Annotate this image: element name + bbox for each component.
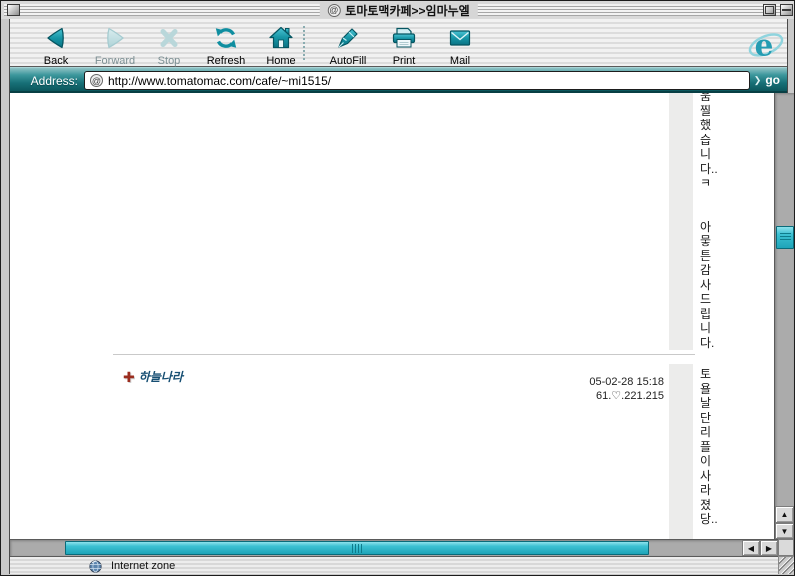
home-icon [268,25,294,56]
status-zone-text: Internet zone [111,560,175,572]
address-field-wrap: @ [84,71,750,90]
comment-text-top: 움 찔 했 습 니 다.. ㅋ 아 뭏 튼 감 사 드 립 니 다. [700,93,724,350]
forward-icon [102,25,128,56]
table-cell-strip-top [669,93,693,350]
up-arrow-icon: ▲ [781,510,789,519]
home-label: Home [266,56,295,67]
refresh-icon [213,25,239,56]
address-bar: Address: @ ❯ go [10,67,787,93]
forward-button[interactable]: Forward [86,25,144,63]
down-arrow-icon: ▼ [781,527,789,536]
post-divider [113,354,695,355]
toolbar-separator [303,26,305,60]
stop-icon [156,25,182,56]
vertical-scrollbar[interactable]: ▲ ▼ [774,93,794,539]
autofill-button[interactable]: AutoFill [319,25,377,63]
right-arrow-icon: ▶ [766,544,772,553]
stop-label: Stop [158,56,181,67]
window-frame-right [787,19,795,93]
back-icon [43,25,69,56]
collapse-box-icon[interactable] [780,4,793,16]
thumb-grip-icon [780,233,791,242]
refresh-label: Refresh [207,56,246,67]
table-cell-strip-bottom [669,364,693,539]
scroll-right-button[interactable]: ▶ [760,540,778,556]
print-label: Print [393,56,416,67]
page-at-icon: @ [327,4,340,17]
browser-window: @ 토마토맥카페>>임마누엘 Back Forward Stop [0,0,795,576]
autofill-label: AutoFill [330,56,367,67]
red-cross-icon: ✚ [123,370,135,384]
globe-icon [89,560,102,576]
go-chevron-icon: ❯ [754,75,762,86]
url-at-icon: @ [90,74,103,87]
resize-grip[interactable] [778,556,795,574]
scrollbar-corner [778,539,794,556]
close-box-icon[interactable] [7,4,20,16]
window-frame-left [1,19,10,575]
thumb-grip-icon [352,544,363,553]
left-arrow-icon: ◀ [748,544,754,553]
horizontal-scrollbar-thumb[interactable] [65,541,649,555]
svg-text:e: e [755,27,774,62]
stop-button[interactable]: Stop [140,25,198,63]
window-title-group: @ 토마토맥카페>>임마누엘 [319,2,477,18]
go-button[interactable]: ❯ go [754,73,780,87]
status-bar: Internet zone [10,556,778,574]
back-button[interactable]: Back [27,25,85,63]
horizontal-scrollbar[interactable]: ◀ ▶ [10,539,778,556]
go-label: go [765,73,780,87]
zoom-box-icon[interactable] [763,4,776,16]
page-content: 움 찔 했 습 니 다.. ㅋ 아 뭏 튼 감 사 드 립 니 다. 토 욜 날… [10,93,774,539]
scroll-left-button[interactable]: ◀ [742,540,760,556]
mail-label: Mail [450,56,470,67]
internet-explorer-logo-icon: e [747,25,785,63]
comment-text-bottom: 토 욜 날 단 리 플 이 사 라 졌 당.. [700,367,724,527]
title-bar[interactable]: @ 토마토맥카페>>임마누엘 [1,1,795,19]
print-icon [391,25,417,56]
post-author-badge: ✚ 하늘나라 [123,368,183,385]
mail-icon [447,25,473,56]
toolbar: Back Forward Stop Refresh [10,19,787,67]
refresh-button[interactable]: Refresh [197,25,255,63]
vertical-scrollbar-thumb[interactable] [776,226,794,249]
print-button[interactable]: Print [375,25,433,63]
autofill-icon [335,25,361,56]
scroll-down-button[interactable]: ▼ [775,523,794,539]
address-input[interactable] [108,73,744,88]
window-title: 토마토맥카페>>임마누엘 [345,2,469,19]
post-date-ip: 05-02-28 15:18 61.♡.221.215 [494,375,664,403]
mail-button[interactable]: Mail [431,25,489,63]
post-author-name: 하늘나라 [139,368,183,385]
scroll-up-button[interactable]: ▲ [775,506,794,523]
back-label: Back [44,56,68,67]
home-button[interactable]: Home [252,25,310,63]
address-label: Address: [20,74,78,88]
forward-label: Forward [95,56,135,67]
